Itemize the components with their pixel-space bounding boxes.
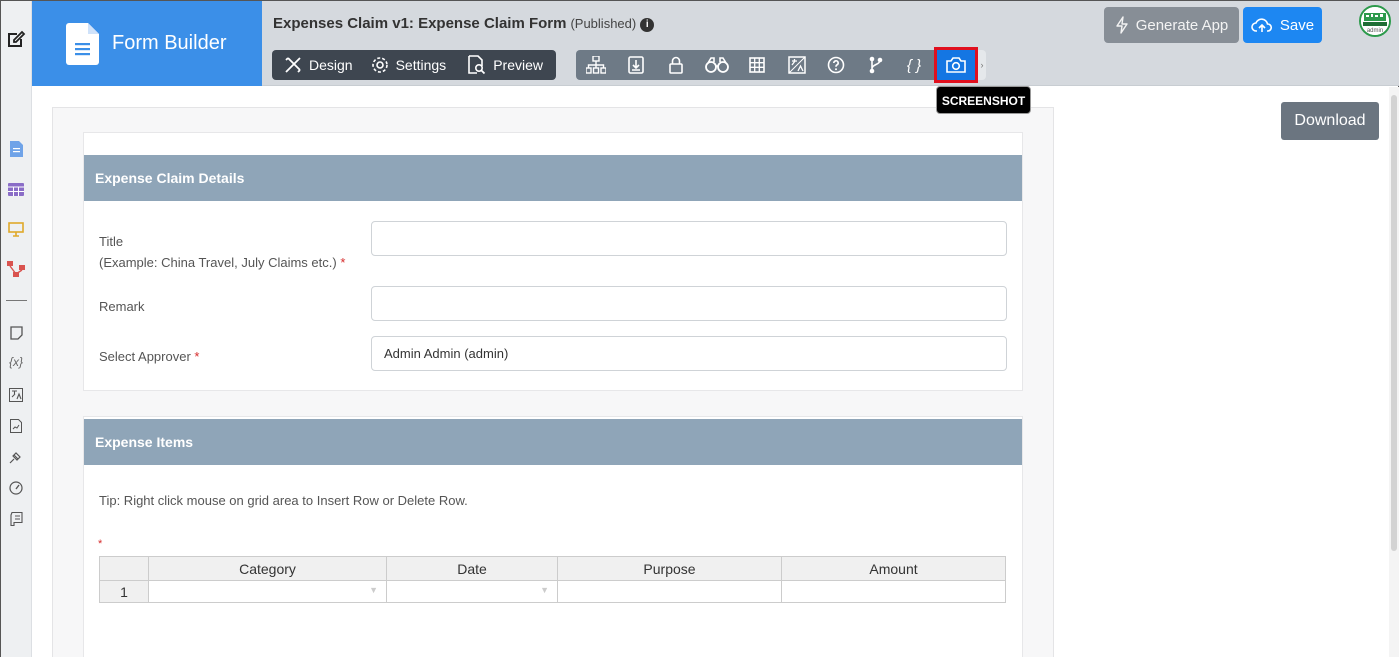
plugin-icon[interactable] bbox=[7, 448, 25, 466]
rail-divider bbox=[6, 300, 27, 301]
grid-corner-cell bbox=[99, 556, 149, 581]
tree-icon[interactable] bbox=[586, 55, 606, 75]
tab-settings[interactable]: Settings bbox=[371, 56, 447, 74]
title-label-line2: (Example: China Travel, July Claims etc.… bbox=[99, 252, 345, 273]
status-badge: (Published) bbox=[570, 16, 637, 31]
title-input[interactable] bbox=[371, 221, 1007, 256]
page-title: Expenses Claim v1: Expense Claim Form (Pu… bbox=[273, 15, 655, 32]
approver-label: Select Approver * bbox=[99, 346, 199, 367]
date-cell[interactable]: ▼ bbox=[386, 580, 558, 603]
app-name: Form Builder bbox=[112, 32, 227, 54]
avatar-image: admin bbox=[1361, 7, 1389, 35]
amount-cell[interactable] bbox=[781, 580, 1006, 603]
save-button[interactable]: Save bbox=[1243, 7, 1322, 43]
note-icon[interactable] bbox=[7, 324, 25, 342]
grid-header-row: Category Date Purpose Amount bbox=[99, 556, 1006, 581]
header: Expenses Claim v1: Expense Claim Form (Pu… bbox=[262, 1, 1399, 86]
performance-icon[interactable] bbox=[7, 479, 25, 497]
toolbar-more-chevron[interactable]: › bbox=[978, 50, 986, 80]
i18n-icon[interactable] bbox=[7, 386, 25, 404]
translate-icon[interactable] bbox=[787, 55, 807, 75]
grid-header-date[interactable]: Date bbox=[386, 556, 558, 581]
title-label: Title (Example: China Travel, July Claim… bbox=[99, 231, 345, 273]
brand-block[interactable]: Form Builder bbox=[32, 1, 262, 86]
title-example-text: (Example: China Travel, July Claims etc.… bbox=[99, 255, 337, 270]
tab-design-label: Design bbox=[309, 57, 353, 73]
purpose-cell[interactable] bbox=[557, 580, 782, 603]
required-mark: * bbox=[194, 349, 200, 364]
grid-required-mark: * bbox=[98, 538, 103, 550]
left-rail: {x} bbox=[1, 1, 32, 657]
userview-icon[interactable] bbox=[7, 220, 25, 238]
mode-bar: Design Settings Preview bbox=[272, 50, 556, 80]
category-cell[interactable]: ▼ bbox=[148, 580, 387, 603]
download-button[interactable]: Download bbox=[1281, 102, 1379, 140]
tab-settings-label: Settings bbox=[395, 57, 447, 73]
vertical-scrollbar[interactable] bbox=[1389, 87, 1399, 657]
variable-icon[interactable]: {x} bbox=[7, 353, 25, 371]
cloud-upload-icon bbox=[1251, 18, 1272, 32]
log-icon[interactable] bbox=[7, 510, 25, 528]
grid-header-purpose[interactable]: Purpose bbox=[557, 556, 782, 581]
help-circle-icon[interactable] bbox=[826, 55, 846, 75]
avatar[interactable]: admin bbox=[1359, 5, 1391, 37]
grid-header-amount[interactable]: Amount bbox=[781, 556, 1006, 581]
grid-tip: Tip: Right click mouse on grid area to I… bbox=[99, 493, 468, 508]
avatar-text: admin bbox=[1367, 28, 1383, 34]
approver-select[interactable]: Admin Admin (admin) bbox=[371, 336, 1007, 371]
report-icon[interactable] bbox=[7, 417, 25, 435]
binoculars-icon[interactable] bbox=[704, 55, 730, 75]
lock-icon[interactable] bbox=[666, 55, 686, 75]
tool-bar: { } bbox=[576, 50, 984, 80]
tab-preview-label: Preview bbox=[493, 57, 543, 73]
section-header-details: Expense Claim Details bbox=[84, 155, 1022, 201]
row-number: 1 bbox=[99, 580, 149, 603]
grid-icon[interactable] bbox=[747, 55, 767, 75]
scrollbar-thumb[interactable] bbox=[1391, 95, 1397, 551]
camera-icon bbox=[946, 57, 966, 73]
grid-header-category[interactable]: Category bbox=[148, 556, 387, 581]
dropdown-arrow-icon[interactable]: ▼ bbox=[540, 585, 549, 595]
title-label-line1: Title bbox=[99, 234, 124, 249]
dropdown-arrow-icon[interactable]: ▼ bbox=[369, 585, 378, 595]
remark-input[interactable] bbox=[371, 286, 1007, 321]
datalist-icon[interactable] bbox=[7, 180, 25, 198]
approver-label-text: Select Approver bbox=[99, 349, 191, 364]
lightning-icon bbox=[1116, 16, 1128, 34]
document-icon bbox=[66, 22, 99, 65]
screenshot-button[interactable] bbox=[934, 47, 978, 83]
required-mark: * bbox=[340, 255, 346, 270]
save-label: Save bbox=[1279, 16, 1315, 34]
branch-icon[interactable] bbox=[866, 55, 886, 75]
design-icon bbox=[285, 57, 301, 73]
form-icon[interactable] bbox=[7, 140, 25, 158]
form-title: Expenses Claim v1: Expense Claim Form bbox=[273, 15, 567, 32]
edit-icon[interactable] bbox=[5, 28, 27, 50]
tab-design[interactable]: Design bbox=[284, 56, 353, 74]
expense-items-grid[interactable]: Category Date Purpose Amount 1 ▼ ▼ bbox=[99, 556, 1006, 603]
download-box-icon[interactable] bbox=[626, 55, 646, 75]
process-icon[interactable] bbox=[7, 260, 25, 278]
info-icon[interactable]: i bbox=[640, 18, 655, 32]
table-row: 1 ▼ ▼ bbox=[99, 580, 1006, 603]
section-header-items: Expense Items bbox=[84, 419, 1022, 465]
gear-icon bbox=[371, 57, 388, 73]
generate-app-button[interactable]: Generate App bbox=[1104, 7, 1239, 43]
tab-preview[interactable]: Preview bbox=[466, 55, 543, 75]
screenshot-tooltip: SCREENSHOT bbox=[936, 86, 1031, 114]
remark-label: Remark bbox=[99, 299, 145, 314]
preview-icon bbox=[468, 55, 486, 75]
generate-app-label: Generate App bbox=[1135, 16, 1229, 34]
braces-icon[interactable]: { } bbox=[904, 55, 924, 75]
